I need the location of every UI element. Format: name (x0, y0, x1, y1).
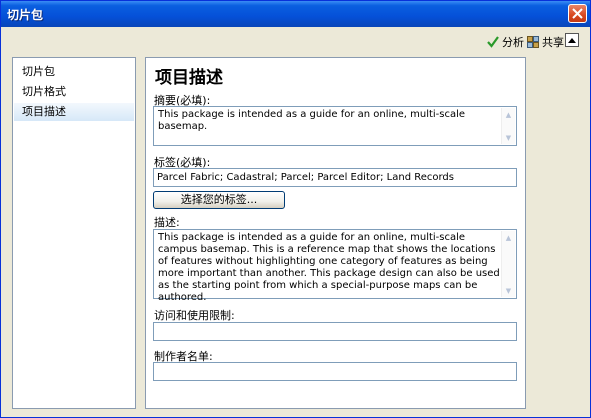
collapse-button[interactable] (565, 33, 579, 47)
summary-field[interactable]: This package is intended as a guide for … (153, 106, 517, 146)
share-label: 共享 (542, 36, 564, 49)
close-icon (572, 8, 583, 19)
close-button[interactable] (568, 4, 587, 23)
summary-text: This package is intended as a guide for … (158, 109, 466, 132)
access-input[interactable] (153, 322, 517, 341)
scroll-up-icon[interactable]: ▲ (502, 231, 515, 244)
description-text: This package is intended as a guide for … (158, 232, 500, 303)
scroll-down-icon[interactable]: ▼ (502, 131, 515, 144)
credits-input[interactable] (153, 362, 517, 381)
analyze-label: 分析 (502, 36, 524, 49)
analyze-button[interactable]: 分析 (487, 34, 524, 50)
package-icon (527, 36, 539, 48)
description-label: 描述: (154, 216, 180, 229)
choose-tags-button[interactable]: 选择您的标签... (153, 191, 285, 209)
window-title: 切片包 (7, 8, 44, 22)
tags-input[interactable]: Parcel Fabric; Cadastral; Parcel; Parcel… (153, 168, 517, 187)
nav-item-tile-format[interactable]: 切片格式 (14, 83, 134, 101)
nav-item-tile-package[interactable]: 切片包 (14, 63, 134, 81)
content-panel: 项目描述 摘要(必填): This package is intended as… (145, 57, 526, 409)
tile-package-window: 切片包 分析 共享 切片包 切片格式 项目描述 项目描述 摘要(必填): Thi… (0, 0, 591, 418)
description-scrollbar[interactable]: ▲ ▼ (501, 231, 515, 297)
nav-item-item-description[interactable]: 项目描述 (14, 103, 134, 121)
chevron-up-icon (568, 38, 576, 43)
title-bar[interactable]: 切片包 (1, 1, 590, 27)
share-button[interactable]: 共享 (527, 34, 564, 50)
scroll-up-icon[interactable]: ▲ (502, 108, 515, 121)
scroll-down-icon[interactable]: ▼ (502, 284, 515, 297)
summary-scrollbar[interactable]: ▲ ▼ (501, 108, 515, 144)
page-title: 项目描述 (155, 68, 223, 88)
nav-panel: 切片包 切片格式 项目描述 (12, 57, 136, 409)
description-field[interactable]: This package is intended as a guide for … (153, 229, 517, 303)
checkmark-icon (487, 36, 499, 48)
access-label: 访问和使用限制: (154, 309, 235, 322)
